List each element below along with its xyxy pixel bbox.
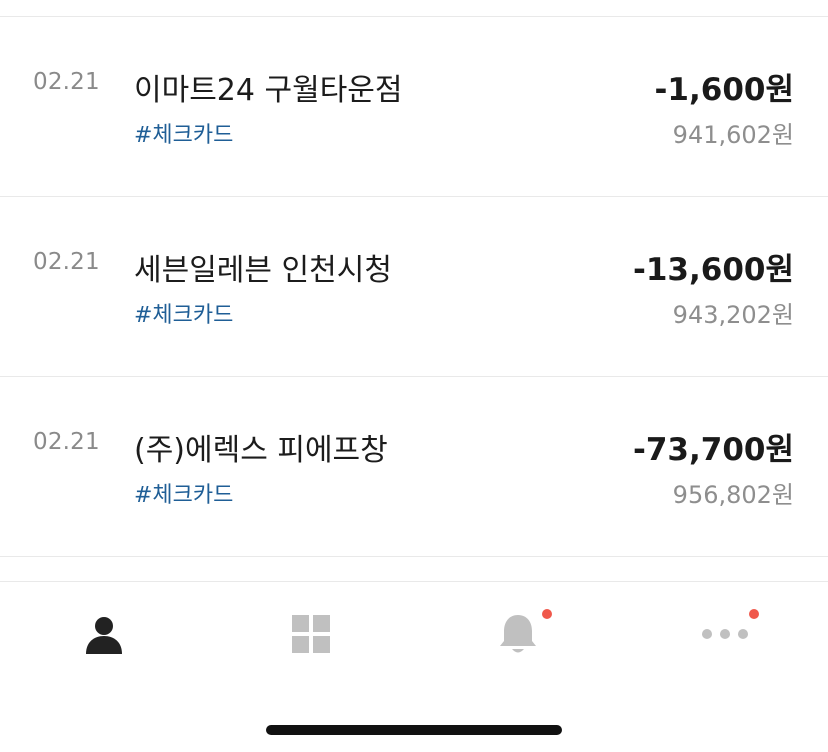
transaction-row[interactable]: 02.21 세븐일레븐 인천시청 #체크카드 -13,600원 943,202원	[0, 197, 828, 377]
balance-after: 956,802원	[672, 481, 794, 509]
more-badge	[749, 609, 759, 619]
transaction-list: 02.21 이마트24 구월타운점 #체크카드 -1,600원 941,602원…	[0, 17, 828, 557]
payment-tag[interactable]: #체크카드	[134, 117, 233, 149]
transaction-amount: -13,600원	[632, 252, 794, 288]
more-dots-icon	[701, 627, 749, 641]
transaction-amount: -1,600원	[654, 72, 794, 108]
transaction-date: 02.21	[33, 249, 100, 275]
tab-profile[interactable]	[64, 602, 144, 666]
payment-tag[interactable]: #체크카드	[134, 477, 233, 509]
home-indicator[interactable]	[266, 725, 562, 735]
transaction-date: 02.21	[33, 429, 100, 455]
transaction-amount: -73,700원	[632, 432, 794, 468]
transaction-row[interactable]: 02.21 (주)에렉스 피에프창 #체크카드 -73,700원 956,802…	[0, 377, 828, 557]
bell-icon	[498, 612, 538, 656]
merchant-name: 세븐일레븐 인천시청	[134, 253, 392, 288]
tab-more[interactable]	[685, 602, 765, 666]
notification-badge	[542, 609, 552, 619]
person-icon	[84, 614, 124, 654]
merchant-name: (주)에렉스 피에프창	[134, 433, 388, 468]
balance-after: 943,202원	[672, 301, 794, 329]
payment-tag[interactable]: #체크카드	[134, 297, 233, 329]
transaction-date: 02.21	[33, 69, 100, 95]
transaction-row[interactable]: 02.21 이마트24 구월타운점 #체크카드 -1,600원 941,602원	[0, 17, 828, 197]
tab-notifications[interactable]	[478, 602, 558, 666]
grid-icon	[291, 614, 331, 654]
balance-after: 941,602원	[672, 121, 794, 149]
tab-menu[interactable]	[271, 602, 351, 666]
merchant-name: 이마트24 구월타운점	[134, 73, 403, 108]
